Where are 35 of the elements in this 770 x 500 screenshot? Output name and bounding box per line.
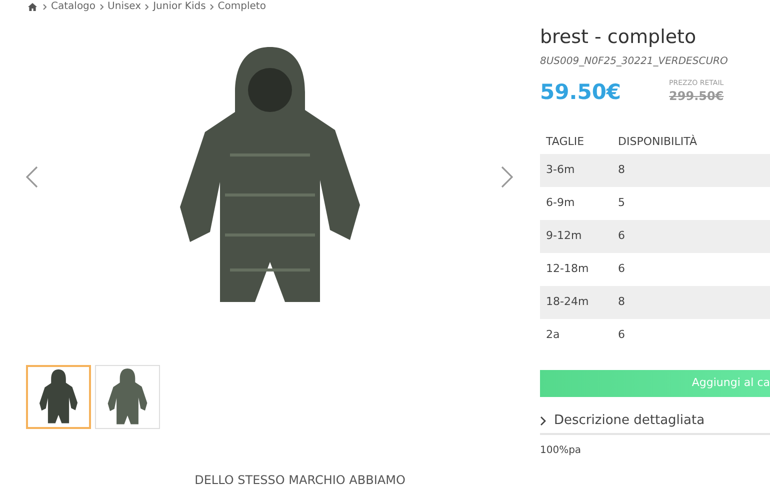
table-cell: 2a <box>540 319 612 352</box>
chevron-left-icon[interactable] <box>26 166 38 188</box>
retail-price: 299.50€ <box>669 88 724 105</box>
breadcrumb-link[interactable]: Junior Kids <box>153 0 206 12</box>
chevron-right-icon <box>100 4 104 10</box>
column-header: DISPONIBILITÀ <box>612 130 770 154</box>
table-cell: 8 <box>612 286 770 319</box>
breadcrumb-link[interactable]: Unisex <box>108 0 142 12</box>
chevron-right-icon[interactable] <box>501 166 513 188</box>
home-icon[interactable] <box>28 2 37 10</box>
thumbnail[interactable] <box>26 365 91 429</box>
description-text: 100%pa <box>540 444 582 458</box>
description-toggle[interactable]: Descrizione dettagliata <box>540 405 770 434</box>
thumbnail[interactable] <box>95 365 160 429</box>
table-cell: 12-18m <box>540 253 612 286</box>
table-cell: 6-9m <box>540 187 612 220</box>
chevron-right-icon <box>210 4 214 10</box>
breadcrumb-link[interactable]: Catalogo <box>51 0 96 12</box>
product-title: brest - completo <box>540 25 698 50</box>
table-cell: 5 <box>612 187 770 220</box>
table-cell: 8 <box>612 154 770 187</box>
chevron-right-icon <box>43 4 47 10</box>
table-cell: 6 <box>612 319 770 352</box>
product-price: 59.50€ <box>540 78 622 106</box>
column-header: TAGLIE <box>540 130 612 154</box>
chevron-right-icon <box>540 416 546 426</box>
section-heading: DELLO STESSO MARCHIO ABBIAMO <box>194 472 406 488</box>
table-cell: 3-6m <box>540 154 612 187</box>
table-cell: 6 <box>612 220 770 253</box>
product-code: 8US009_N0F25_30221_VERDESCURO <box>540 54 729 68</box>
table-cell: 6 <box>612 253 770 286</box>
chevron-right-icon <box>145 4 150 10</box>
table-cell: 18-24m <box>540 286 612 319</box>
breadcrumb-link[interactable]: Completo <box>218 0 266 12</box>
table-cell: 9-12m <box>540 220 612 253</box>
